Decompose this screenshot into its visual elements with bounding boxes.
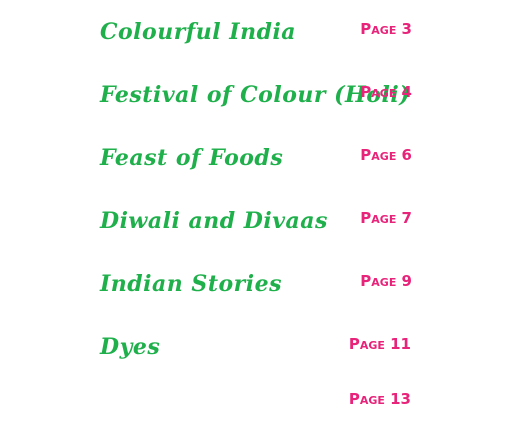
toc-entry[interactable]: Page 13 [0, 382, 508, 422]
toc-entry[interactable]: Festival of Colour (Holi) Page 4 [0, 75, 508, 115]
toc-entry[interactable]: Dyes Page 11 [0, 327, 508, 367]
toc-entry-page: Page 7 [360, 209, 412, 227]
toc-entry-title[interactable]: Colourful India [100, 12, 296, 52]
toc-entry-title[interactable]: Diwali and Divaas [100, 201, 328, 241]
toc-entry-page: Page 4 [360, 83, 412, 101]
toc-entry-page: Page 3 [360, 20, 412, 38]
toc-entry-title[interactable]: Indian Stories [100, 264, 282, 304]
toc-entry-page: Page 13 [348, 390, 411, 408]
toc-entry[interactable]: Feast of Foods Page 6 [0, 138, 508, 178]
toc-entry[interactable]: Indian Stories Page 9 [0, 264, 508, 304]
toc-entry-page: Page 6 [360, 146, 412, 164]
toc-entry[interactable]: Diwali and Divaas Page 7 [0, 201, 508, 241]
toc-entry[interactable]: Colourful India Page 3 [0, 12, 508, 52]
table-of-contents: Colourful India Page 3 Festival of Colou… [0, 0, 508, 408]
toc-entry-title[interactable]: Feast of Foods [100, 138, 283, 178]
toc-entry-page: Page 9 [360, 272, 412, 290]
toc-entry-page: Page 11 [348, 335, 411, 353]
toc-entry-title[interactable]: Dyes [100, 327, 160, 367]
